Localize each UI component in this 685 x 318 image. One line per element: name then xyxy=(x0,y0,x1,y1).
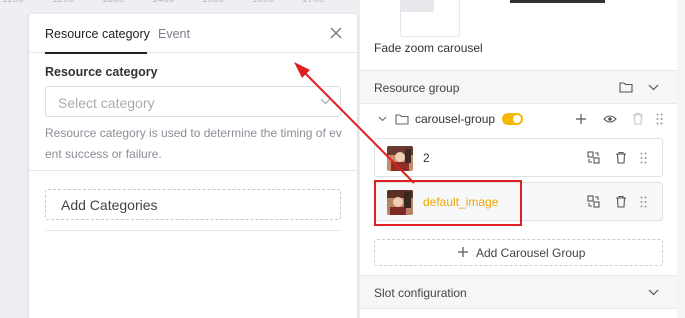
ruler-tick: 1400 xyxy=(152,0,174,5)
chevron-down-icon xyxy=(320,98,331,105)
ruler-tick: 1200 xyxy=(52,0,74,5)
tab-resource-category[interactable]: Resource category xyxy=(45,27,150,54)
trash-icon[interactable] xyxy=(615,195,627,208)
chevron-down-icon[interactable] xyxy=(648,84,659,91)
divider xyxy=(45,230,341,231)
ruler-tick: 1300 xyxy=(102,0,124,5)
plus-icon xyxy=(458,247,468,257)
carousel-group-row[interactable]: carousel-group xyxy=(374,108,677,132)
folder-icon[interactable] xyxy=(619,81,633,93)
carousel-effect-label: Fade zoom carousel xyxy=(374,41,483,55)
replace-icon[interactable] xyxy=(587,195,600,208)
chevron-down-icon[interactable] xyxy=(648,289,659,296)
fade-zoom-carousel-thumbnail[interactable] xyxy=(400,0,460,37)
eye-icon[interactable] xyxy=(603,114,617,124)
group-toggle[interactable] xyxy=(502,113,523,125)
resource-item-selected[interactable]: default_image xyxy=(374,182,663,221)
scrollbar[interactable] xyxy=(677,0,685,318)
category-select[interactable]: Select category xyxy=(45,86,341,117)
select-placeholder: Select category xyxy=(58,95,155,111)
resource-group-title: Resource group xyxy=(374,81,460,95)
ruler-tick: 1600 xyxy=(252,0,274,5)
plus-icon[interactable] xyxy=(575,113,587,125)
active-tab-indicator xyxy=(510,0,605,3)
add-carousel-group-label: Add Carousel Group xyxy=(476,246,586,260)
slot-configuration-header[interactable]: Slot configuration xyxy=(360,275,677,309)
divider xyxy=(29,170,357,171)
drag-handle-icon[interactable] xyxy=(656,113,663,125)
resource-category-panel: Resource category Event Resource categor… xyxy=(29,14,357,318)
trash-icon[interactable] xyxy=(615,151,627,164)
folder-icon xyxy=(395,114,409,125)
canvas-ruler: 1100 1200 1300 1400 1500 1600 1700 xyxy=(0,0,360,8)
ruler-tick: 1100 xyxy=(2,0,24,5)
image-thumbnail xyxy=(387,190,413,215)
resource-category-label: Resource category xyxy=(45,65,158,79)
resource-group-header[interactable]: Resource group xyxy=(360,70,677,104)
add-carousel-group-button[interactable]: Add Carousel Group xyxy=(374,239,663,266)
ruler-tick: 1500 xyxy=(202,0,224,5)
slot-configuration-title: Slot configuration xyxy=(374,286,467,300)
ruler-tick: 1700 xyxy=(302,0,324,5)
group-name: carousel-group xyxy=(415,112,496,126)
add-categories-label: Add Categories xyxy=(61,197,158,213)
tab-event[interactable]: Event xyxy=(158,27,190,41)
drag-handle-icon[interactable] xyxy=(640,196,647,208)
item-label: default_image xyxy=(423,195,499,209)
item-label: 2 xyxy=(423,151,430,165)
drag-handle-icon[interactable] xyxy=(640,152,647,164)
trash-icon[interactable] xyxy=(632,112,644,125)
chevron-down-icon[interactable] xyxy=(378,116,387,122)
help-text: Resource category is used to determine t… xyxy=(45,126,342,161)
add-categories-button[interactable]: Add Categories xyxy=(45,189,341,220)
image-thumbnail xyxy=(387,146,413,171)
close-icon[interactable] xyxy=(329,26,343,40)
panel-tabs: Resource category Event xyxy=(29,14,357,54)
replace-icon[interactable] xyxy=(587,151,600,164)
property-panel: Fade zoom carousel Resource group carous… xyxy=(360,0,685,318)
resource-item[interactable]: 2 xyxy=(374,138,663,177)
